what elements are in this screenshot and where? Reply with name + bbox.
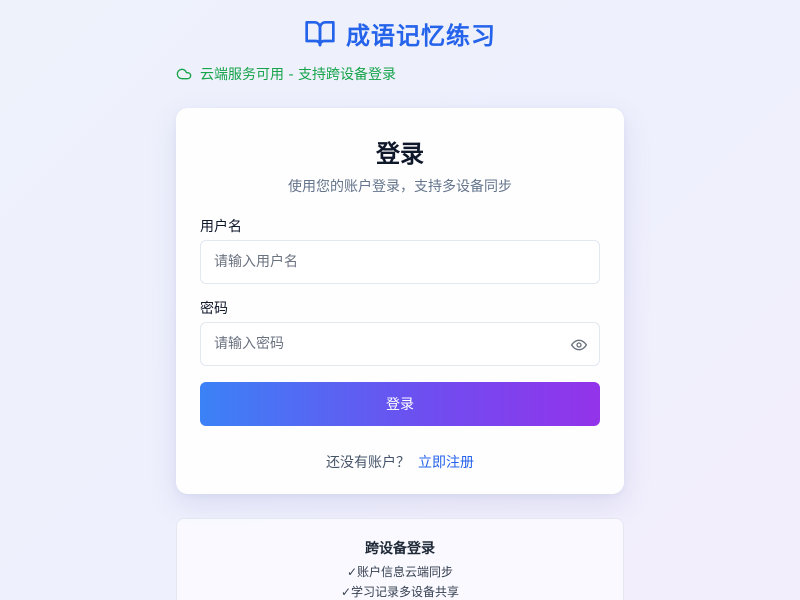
username-label: 用户名 bbox=[200, 219, 242, 235]
info-item-share: ✓学习记录多设备共享 bbox=[340, 585, 460, 599]
cloud-icon bbox=[176, 68, 192, 80]
book-open-icon bbox=[305, 21, 335, 47]
eye-icon[interactable] bbox=[571, 337, 587, 353]
username-input[interactable] bbox=[201, 241, 599, 283]
info-title: 跨设备登录 bbox=[365, 541, 435, 557]
password-label: 密码 bbox=[200, 301, 228, 317]
cloud-status: 云端服务可用 - 支持跨设备登录 bbox=[176, 64, 396, 84]
login-button[interactable]: 登录 bbox=[200, 382, 600, 426]
cloud-status-text: 云端服务可用 - 支持跨设备登录 bbox=[200, 67, 396, 83]
register-row: 还没有账户？ 立即注册 bbox=[176, 452, 624, 472]
login-subtitle: 使用您的账户登录，支持多设备同步 bbox=[288, 179, 512, 195]
register-link[interactable]: 立即注册 bbox=[418, 455, 474, 471]
app-header: 成语记忆练习 bbox=[0, 16, 800, 50]
password-input[interactable] bbox=[201, 323, 599, 365]
app-title: 成语记忆练习 bbox=[346, 21, 496, 50]
register-prompt: 还没有账户？ bbox=[326, 455, 410, 471]
username-field-wrapper bbox=[200, 240, 600, 284]
cross-device-info-card: 跨设备登录 ✓账户信息云端同步 ✓学习记录多设备共享 bbox=[176, 518, 624, 600]
info-item-sync: ✓账户信息云端同步 bbox=[346, 565, 454, 579]
password-field-wrapper bbox=[200, 322, 600, 366]
login-title: 登录 bbox=[376, 140, 424, 168]
login-card: 登录 使用您的账户登录，支持多设备同步 用户名 密码 登录 还没有账户？ 立即注册 bbox=[176, 108, 624, 494]
